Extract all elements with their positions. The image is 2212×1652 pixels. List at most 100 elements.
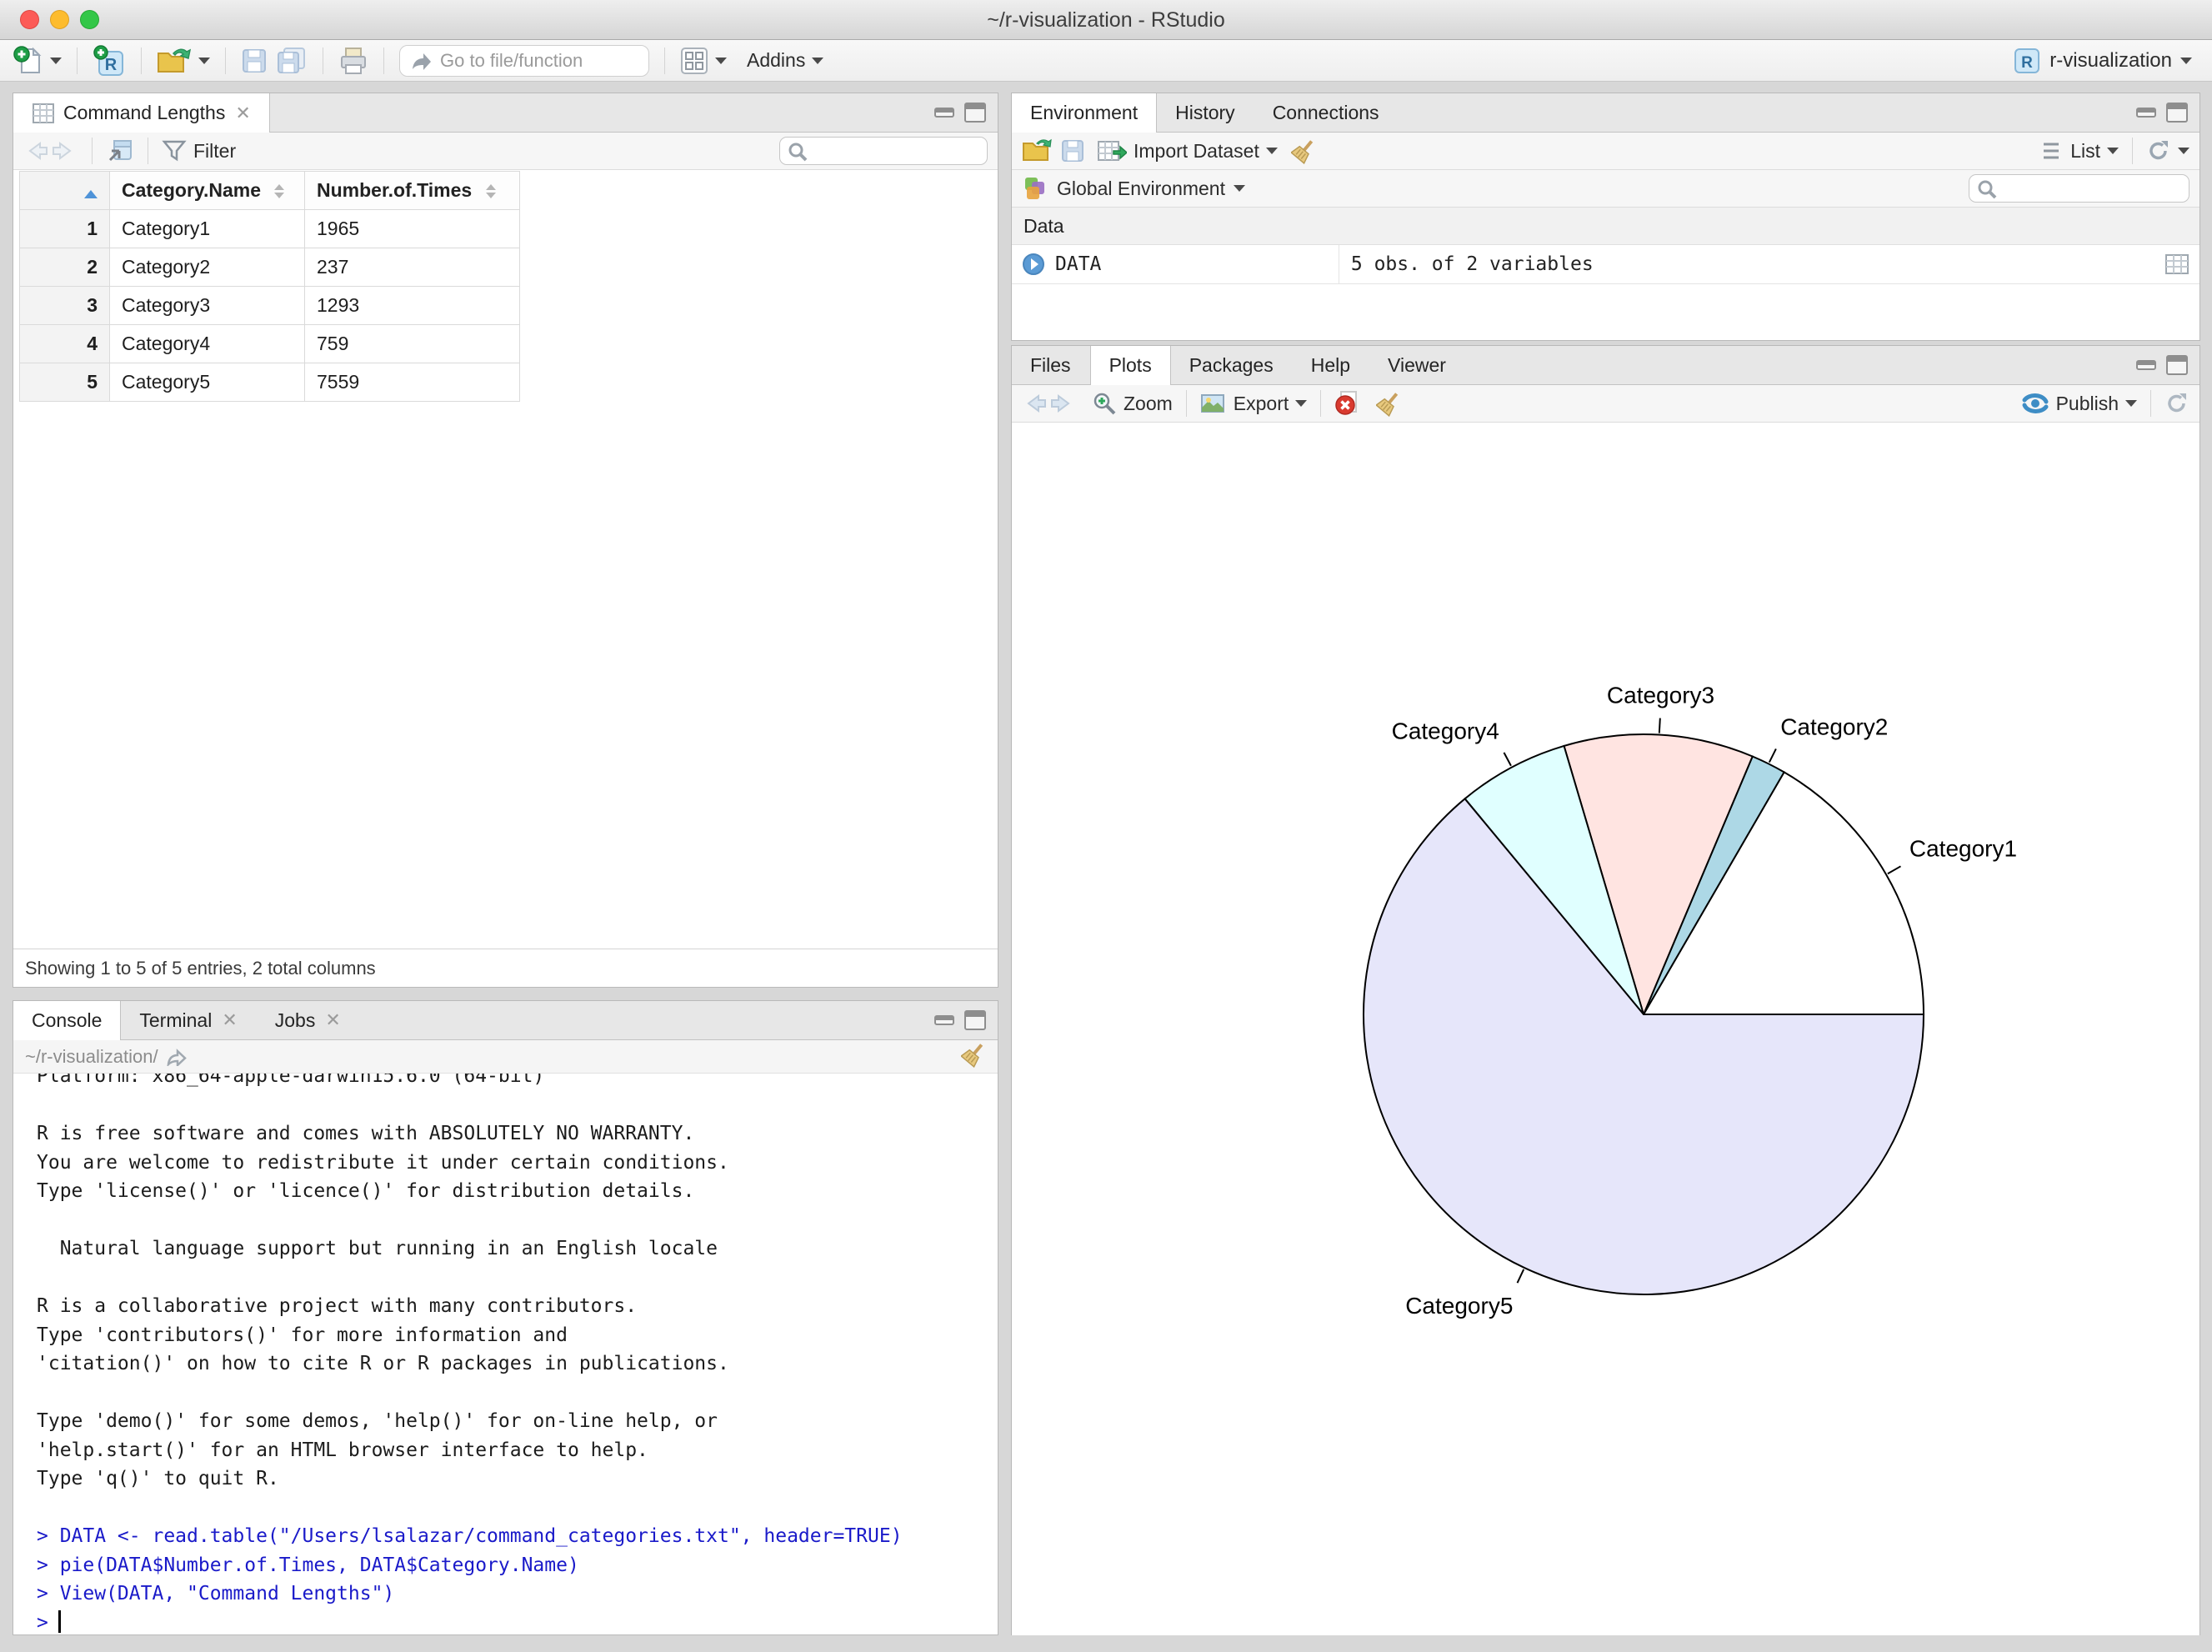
column-header-category-name[interactable]: Category.Name — [109, 171, 305, 210]
maximize-pane-icon[interactable] — [2166, 355, 2188, 375]
list-view-button[interactable]: List — [2042, 140, 2119, 163]
import-dataset-icon — [1098, 141, 1127, 161]
clear-environment-broom-icon[interactable] — [1290, 138, 1316, 164]
open-new-window-icon[interactable] — [106, 138, 134, 164]
environment-search-input[interactable] — [1969, 174, 2189, 203]
new-project-icon: R — [93, 44, 123, 76]
open-file-button[interactable] — [157, 47, 210, 75]
minimize-pane-icon[interactable] — [934, 108, 954, 118]
environment-pane: Environment History Connections Import D… — [1011, 93, 2200, 341]
environment-search — [1969, 174, 2189, 203]
console-line: 'citation()' on how to cite R or R packa… — [37, 1353, 729, 1374]
goto-directory-arrow-icon[interactable] — [167, 1048, 188, 1066]
toolbar-separator — [664, 47, 665, 74]
cell-number-of-times: 1965 — [304, 209, 520, 248]
tab-label: Packages — [1189, 353, 1274, 376]
tab-environment[interactable]: Environment — [1012, 93, 1158, 133]
publish-caret-icon — [2125, 400, 2137, 407]
close-tab-icon[interactable]: ✕ — [235, 103, 250, 124]
goto-file-input[interactable] — [440, 49, 623, 72]
save-all-button[interactable] — [276, 47, 308, 75]
table-row[interactable]: 4 Category4 759 — [19, 324, 520, 363]
remove-plot-icon[interactable] — [1334, 390, 1361, 417]
environment-selector-caret-icon[interactable] — [1234, 185, 1245, 192]
project-selector[interactable]: R r-visualization — [2013, 47, 2199, 75]
column-label: Category.Name — [122, 179, 262, 201]
tab-help[interactable]: Help — [1293, 346, 1369, 384]
console-prompt[interactable]: > — [37, 1609, 989, 1636]
minimize-pane-icon[interactable] — [934, 1015, 954, 1025]
environment-object-row[interactable]: DATA 5 obs. of 2 variables — [1012, 245, 2199, 284]
plot-back-forward-icons[interactable] — [1022, 391, 1077, 416]
new-file-icon — [13, 45, 42, 73]
refresh-plot-icon[interactable] — [2164, 391, 2189, 416]
main-toolbar: R Go to file/function Addins R r-visuali… — [0, 40, 2212, 82]
close-tab-icon[interactable]: ✕ — [325, 1009, 340, 1031]
pane-layout-button[interactable] — [680, 47, 727, 75]
cell-category-name: Category2 — [109, 248, 305, 287]
save-button[interactable] — [241, 48, 268, 74]
tab-label: Viewer — [1388, 353, 1446, 376]
tab-files[interactable]: Files — [1012, 346, 1090, 384]
console-tabbar: Console Terminal ✕ Jobs ✕ — [13, 1001, 998, 1040]
table-row[interactable]: 5 Category5 7559 — [19, 363, 520, 402]
close-tab-icon[interactable]: ✕ — [222, 1009, 237, 1031]
save-icon — [243, 48, 266, 73]
refresh-environment-button[interactable] — [2146, 138, 2189, 163]
data-table-icon — [33, 103, 54, 123]
tab-viewer[interactable]: Viewer — [1369, 346, 1465, 384]
zoom-magnifier-icon — [1093, 393, 1116, 415]
console-output[interactable]: Platform: x86_64-apple-darwin15.6.0 (64-… — [13, 1074, 998, 1635]
tab-label: Plots — [1109, 354, 1152, 376]
tab-connections[interactable]: Connections — [1254, 93, 1399, 132]
new-project-button[interactable]: R — [93, 44, 126, 77]
tab-packages[interactable]: Packages — [1171, 346, 1293, 384]
plot-area: Category1 Category2 Category3 Category4 Cate… — [1012, 423, 2199, 1635]
row-number-header[interactable] — [19, 171, 110, 210]
zoom-plot-button[interactable]: Zoom — [1092, 391, 1173, 416]
publish-button[interactable]: Publish — [2021, 391, 2137, 416]
filter-button[interactable]: Filter — [162, 139, 236, 163]
tab-console[interactable]: Console — [13, 1001, 122, 1040]
maximize-pane-icon[interactable] — [2166, 103, 2188, 123]
console-line: You are welcome to redistribute it under… — [37, 1151, 729, 1174]
table-header-row: Category.Name Number.of.Times — [19, 171, 520, 210]
save-workspace-icon[interactable] — [1060, 138, 1085, 163]
view-table-icon[interactable] — [2164, 253, 2189, 275]
expand-object-icon[interactable] — [1022, 253, 1045, 276]
tab-command-lengths[interactable]: Command Lengths ✕ — [13, 93, 270, 133]
toolbar-separator — [2150, 390, 2151, 417]
goto-file-box[interactable] — [399, 44, 649, 77]
print-button[interactable] — [338, 47, 368, 75]
project-cube-icon: R — [2014, 48, 2040, 73]
environment-selector-row: Global Environment — [1012, 170, 2199, 208]
tab-history[interactable]: History — [1157, 93, 1254, 132]
environment-selector-label[interactable]: Global Environment — [1057, 178, 1225, 200]
refresh-caret-icon — [2178, 148, 2189, 154]
tab-terminal[interactable]: Terminal ✕ — [121, 1001, 256, 1039]
table-row[interactable]: 2 Category2 237 — [19, 248, 520, 287]
clear-console-broom-icon[interactable] — [960, 1041, 986, 1069]
addins-button[interactable]: Addins — [747, 49, 824, 72]
row-number: 4 — [19, 324, 110, 363]
tab-plots[interactable]: Plots — [1089, 346, 1171, 385]
addins-label: Addins — [747, 49, 806, 71]
maximize-pane-icon[interactable] — [964, 103, 986, 123]
table-row[interactable]: 3 Category3 1293 — [19, 286, 520, 325]
minimize-pane-icon[interactable] — [2136, 108, 2156, 118]
maximize-pane-icon[interactable] — [964, 1010, 986, 1030]
zoom-label: Zoom — [1124, 392, 1173, 414]
new-file-button[interactable] — [13, 45, 62, 76]
table-row[interactable]: 1 Category1 1965 — [19, 209, 520, 248]
import-dataset-button[interactable]: Import Dataset — [1097, 138, 1278, 163]
clear-all-plots-broom-icon[interactable] — [1376, 390, 1401, 417]
tab-jobs[interactable]: Jobs ✕ — [257, 1001, 360, 1039]
load-workspace-icon[interactable] — [1022, 138, 1053, 163]
viewer-search-input[interactable] — [779, 137, 988, 165]
export-plot-button[interactable]: Export — [1200, 392, 1308, 415]
pie-chart: Category1 Category2 Category3 Category4 Cate… — [1363, 683, 2017, 1319]
column-header-number-of-times[interactable]: Number.of.Times — [304, 171, 520, 210]
minimize-pane-icon[interactable] — [2136, 360, 2156, 370]
